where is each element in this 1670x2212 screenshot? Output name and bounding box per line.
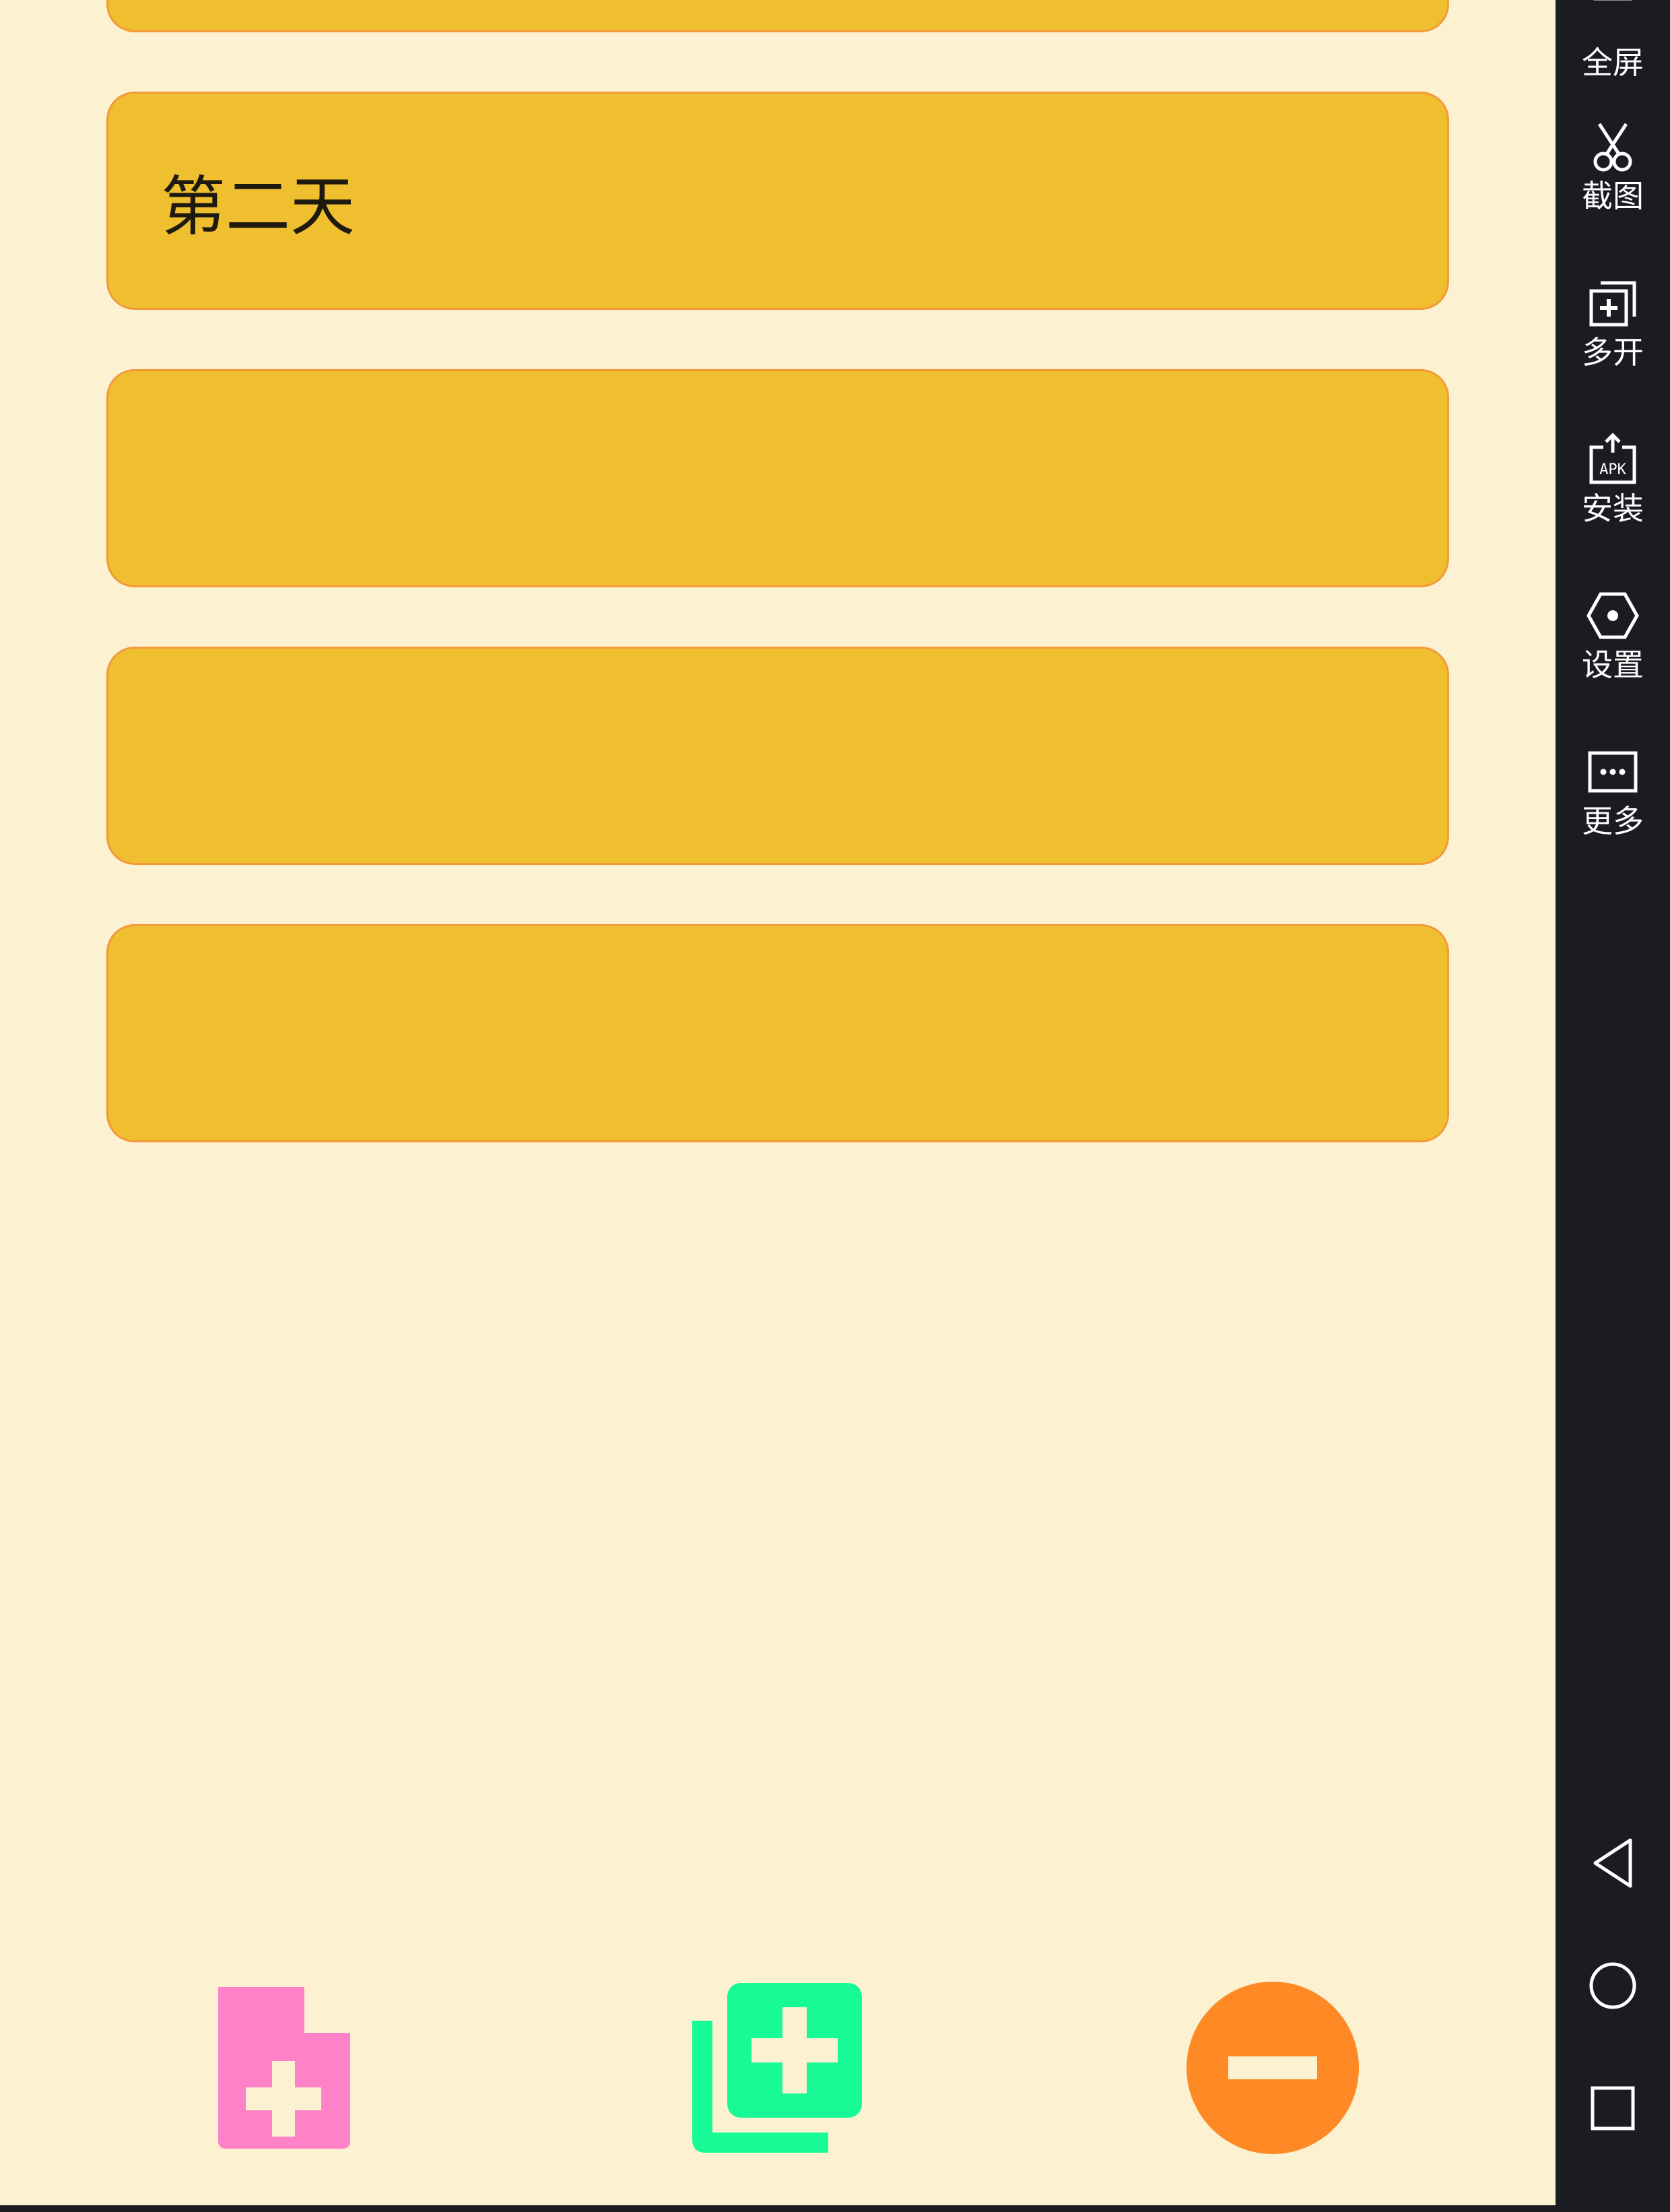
fullscreen-button[interactable]: 全屏	[1556, 0, 1670, 135]
apk-install-button[interactable]: APK 安装	[1556, 432, 1670, 581]
note-add-icon	[218, 1987, 350, 2149]
app-content: 第二天	[0, 0, 1556, 2212]
remove-button[interactable]	[1185, 1980, 1360, 2155]
multi-instance-icon	[1589, 281, 1636, 327]
more-icon	[1588, 751, 1638, 793]
settings-button[interactable]: 设置	[1556, 589, 1670, 737]
add-note-button[interactable]	[197, 1980, 372, 2155]
back-triangle-icon	[1593, 1838, 1632, 1888]
scissors-icon	[1593, 123, 1632, 172]
library-add-icon	[692, 1983, 862, 2153]
card-label: 第二天	[161, 168, 355, 245]
more-button[interactable]: 更多	[1556, 745, 1670, 893]
sidebar-item-label: 更多	[1582, 803, 1644, 839]
sidebar-item-label: 全屏	[1582, 44, 1644, 81]
svg-text:APK: APK	[1599, 461, 1626, 478]
list-item[interactable]	[106, 0, 1449, 32]
add-library-button[interactable]	[690, 1980, 865, 2155]
apk-install-icon: APK	[1589, 432, 1636, 484]
back-button[interactable]	[1586, 1836, 1640, 1890]
list-item[interactable]	[106, 369, 1449, 587]
screenshot-button[interactable]: 截图	[1556, 120, 1670, 268]
sidebar-item-label: 安装	[1582, 490, 1644, 527]
fullscreen-icon	[1593, 0, 1632, 1]
list-item[interactable]	[106, 647, 1449, 865]
home-circle-icon	[1589, 1962, 1636, 2009]
sidebar-item-label: 多开	[1582, 334, 1644, 370]
settings-icon	[1586, 592, 1639, 639]
sidebar-item-label: 设置	[1582, 647, 1644, 683]
recents-button[interactable]	[1586, 2081, 1640, 2135]
remove-circle-icon	[1187, 1982, 1359, 2154]
emulator-screen: 第二天 全屏 截图 多开 APK 安装 设置 更多	[0, 0, 1670, 2212]
list-item[interactable]	[106, 924, 1449, 1142]
sidebar-item-label: 截图	[1582, 178, 1644, 214]
recents-square-icon	[1591, 2086, 1635, 2130]
home-button[interactable]	[1586, 1959, 1640, 2013]
multi-instance-button[interactable]: 多开	[1556, 276, 1670, 424]
list-item[interactable]: 第二天	[106, 92, 1449, 310]
emulator-sidebar: 全屏 截图 多开 APK 安装 设置 更多	[1556, 0, 1670, 2212]
bottom-border	[0, 2205, 1670, 2212]
